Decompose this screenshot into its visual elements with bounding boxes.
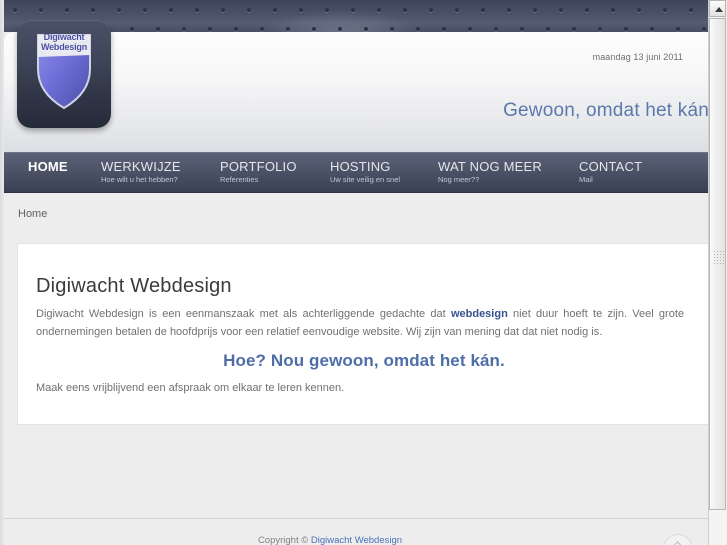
scrollbar-thumb[interactable] (709, 18, 726, 510)
copyright-prefix: Copyright © (257, 535, 311, 545)
rivet (507, 8, 511, 12)
intro-text-before: Digiwacht Webdesign is een eenmanszaak m… (36, 308, 451, 320)
nav-item-sublabel: Hoe wilt u het hebben? (101, 175, 178, 184)
nav-item-label: HOSTING (330, 159, 391, 174)
nav-item-werkwijze[interactable]: WERKWIJZE Hoe wilt u het hebben? (101, 159, 181, 185)
nav-item-sublabel: Referenties (220, 175, 259, 184)
rivet (234, 27, 238, 31)
logo-text: Digiwacht Webdesign (17, 32, 111, 52)
nav-item-wat-nog-meer[interactable]: WAT NOG MEER Nog meer?? (438, 159, 542, 185)
site-logo[interactable]: Digiwacht Webdesign (17, 20, 111, 128)
nav-item-sublabel: Nog meer?? (438, 175, 480, 184)
scrollbar-grip-icon (714, 251, 724, 264)
nav-item-sublabel: Uw site veilig en snel (330, 175, 401, 184)
header-tagline: Gewoon, omdat het kán (503, 100, 709, 121)
nav-item-hosting[interactable]: HOSTING Uw site veilig en snel (330, 159, 400, 185)
content-closing-line: Maak eens vrijblijvend een afspraak om e… (36, 382, 345, 394)
rivet (572, 27, 576, 31)
breadcrumb[interactable]: Home (18, 208, 47, 220)
rivet (117, 8, 121, 12)
content-card: Digiwacht Webdesign Digiwacht Webdesign … (17, 243, 709, 425)
rivet (702, 27, 706, 31)
rivet (559, 8, 563, 12)
nav-item-contact[interactable]: CONTACT Mail (579, 159, 642, 185)
footer-copyright: Copyright © Digiwacht Webdesign (0, 535, 660, 545)
rivet (130, 27, 134, 31)
header-date: maandag 13 juni 2011 (592, 52, 683, 62)
rivet (65, 8, 69, 12)
page-left-edge-strip (0, 0, 4, 545)
nav-item-label: CONTACT (579, 159, 643, 174)
rivet (481, 8, 485, 12)
rivet (676, 27, 680, 31)
rivet (585, 8, 589, 12)
rivet (390, 27, 394, 31)
browser-viewport: maandag 13 juni 2011 Gewoon, omdat het k… (0, 0, 727, 545)
rivet (143, 8, 147, 12)
rivet (156, 27, 160, 31)
logo-line-2: Webdesign (40, 42, 88, 52)
logo-line-1: Digiwacht (43, 32, 85, 42)
main-navigation: HOME WERKWIJZE Hoe wilt u het hebben? PORTF… (4, 152, 709, 193)
copyright-link[interactable]: Digiwacht Webdesign (311, 535, 402, 545)
nav-item-portfolio[interactable]: PORTFOLIO Referenties (220, 159, 297, 185)
nav-item-home[interactable]: HOME (28, 159, 68, 174)
rivet (650, 27, 654, 31)
rivet (546, 27, 550, 31)
content-subheading: Hoe? Nou gewoon, omdat het kán. (223, 351, 505, 370)
rivet (195, 8, 199, 12)
rivet (312, 27, 316, 31)
rivet (455, 8, 459, 12)
rivet (364, 27, 368, 31)
rivet (221, 8, 225, 12)
rivet (208, 27, 212, 31)
page-scroll-area: maandag 13 juni 2011 Gewoon, omdat het k… (0, 0, 709, 545)
rivet (494, 27, 498, 31)
nav-item-label: WERKWIJZE (101, 159, 181, 174)
rivet-row-top (0, 8, 709, 13)
rivet (260, 27, 264, 31)
rivet (403, 8, 407, 12)
nav-item-list: HOME WERKWIJZE Hoe wilt u het hebben? PORTF… (4, 153, 709, 192)
back-to-top-button[interactable] (663, 534, 693, 545)
vertical-scrollbar[interactable] (708, 0, 727, 545)
rivet (13, 8, 17, 12)
rivet (351, 8, 355, 12)
rivet (611, 8, 615, 12)
rivet (286, 27, 290, 31)
rivet (416, 27, 420, 31)
rivet (182, 27, 186, 31)
triangle-up-icon (715, 7, 723, 12)
nav-item-label: PORTFOLIO (220, 159, 297, 174)
rivet (39, 8, 43, 12)
rivet (442, 27, 446, 31)
nav-item-label: HOME (28, 159, 68, 174)
rivet (247, 8, 251, 12)
rivet (637, 8, 641, 12)
rivet (325, 8, 329, 12)
nav-item-label: WAT NOG MEER (438, 159, 542, 174)
rivet (533, 8, 537, 12)
rivet (91, 8, 95, 12)
nav-item-sublabel: Mail (579, 175, 593, 184)
rivet (429, 8, 433, 12)
rivet (598, 27, 602, 31)
rivet (624, 27, 628, 31)
page-title: Digiwacht Webdesign (36, 275, 232, 298)
chevron-up-icon (671, 541, 684, 545)
rivet (689, 8, 693, 12)
rivet (273, 8, 277, 12)
intro-paragraph: Digiwacht Webdesign is een eenmanszaak m… (36, 305, 684, 341)
rivet (520, 27, 524, 31)
rivet (338, 27, 342, 31)
scroll-up-button[interactable] (709, 0, 726, 17)
webdesign-link[interactable]: webdesign (451, 308, 508, 320)
rivet (169, 8, 173, 12)
rivet (299, 8, 303, 12)
rivet (663, 8, 667, 12)
footer-divider (4, 518, 709, 519)
rivet (468, 27, 472, 31)
rivet (377, 8, 381, 12)
